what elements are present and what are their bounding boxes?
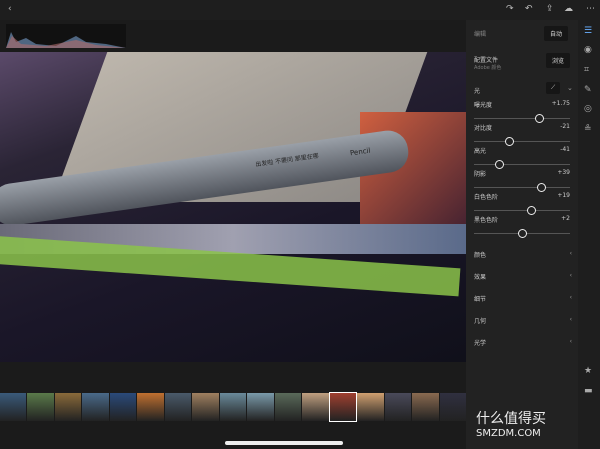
filmstrip-thumb[interactable] (439, 393, 466, 421)
home-indicator (225, 441, 343, 445)
slider-value: +2 (561, 215, 570, 222)
slider-label: 白色色阶 (474, 194, 499, 201)
section-3[interactable]: 几何 ‹ (474, 316, 572, 325)
undo-icon[interactable]: ↶ (525, 4, 533, 14)
slider-2[interactable]: 高光 -41 (474, 146, 570, 169)
slider-track[interactable] (474, 118, 570, 119)
histogram (6, 24, 126, 48)
auto-button[interactable]: 自动 (544, 26, 569, 41)
cloud-icon[interactable]: ☁ (564, 4, 573, 14)
section-0[interactable]: 颜色 ‹ (474, 250, 572, 259)
filmstrip-thumb[interactable] (357, 393, 384, 421)
tool-rail: ☰ ◉ ⌗ ✎ ◎ ≗ ★ ▬ (578, 20, 600, 449)
section-label: 细节 (474, 296, 487, 303)
chevron-left-icon: ‹ (569, 250, 572, 257)
watermark-cn: 什么值得买 (476, 411, 546, 427)
section-2[interactable]: 细节 ‹ (474, 294, 572, 303)
slider-value: +19 (557, 192, 570, 199)
versions-icon[interactable]: ≗ (584, 124, 592, 134)
filmstrip-thumb[interactable] (412, 393, 439, 421)
slider-value: +1.75 (551, 100, 570, 107)
slider-value: -21 (560, 123, 570, 130)
slider-label: 黑色色阶 (474, 217, 499, 224)
slider-value: +39 (557, 169, 570, 176)
adjust-icon[interactable]: ☰ (584, 26, 592, 36)
chevron-left-icon: ‹ (569, 272, 572, 279)
slider-label: 曝光度 (474, 102, 493, 109)
filmstrip-thumb[interactable] (0, 393, 27, 421)
slider-knob[interactable] (518, 229, 527, 238)
star-icon[interactable]: ★ (584, 366, 592, 376)
chevron-down-icon[interactable]: ⌄ (567, 84, 573, 92)
photo-canvas[interactable]: 出发啦 不要问 那里在哪 Pencil (0, 52, 466, 362)
section-label: 效果 (474, 274, 487, 281)
slider-track[interactable] (474, 187, 570, 188)
filmstrip-thumb[interactable] (27, 393, 54, 421)
slider-label: 阴影 (474, 171, 487, 178)
tone-curve-icon[interactable]: ⟋ (546, 82, 561, 94)
slider-knob[interactable] (494, 160, 504, 169)
filmstrip-thumb[interactable] (219, 393, 247, 421)
redo-icon[interactable]: ↷ (506, 4, 514, 14)
chevron-left-icon: ‹ (569, 316, 572, 323)
filmstrip-thumb[interactable] (274, 393, 302, 421)
filmstrip-thumb[interactable] (164, 393, 192, 421)
slider-track[interactable] (474, 141, 570, 142)
slider-label: 高光 (474, 148, 487, 155)
share-icon[interactable]: ⇪ (546, 4, 554, 14)
presets-icon[interactable]: ◉ (584, 45, 592, 55)
filmstrip-thumb[interactable] (247, 393, 274, 421)
comment-icon[interactable]: ▬ (584, 386, 593, 396)
slider-track[interactable] (474, 164, 570, 165)
filmstrip-thumb[interactable] (384, 393, 412, 421)
back-icon[interactable]: ‹ (8, 4, 12, 14)
slider-3[interactable]: 阴影 +39 (474, 169, 570, 192)
more-icon[interactable]: ⋯ (586, 4, 595, 14)
filmstrip-thumb[interactable] (137, 393, 164, 421)
filmstrip-thumb[interactable] (302, 393, 329, 421)
edit-panel: 编辑 自动 配置文件 Adobe 颜色 浏览 光 ⟋ ⌄ 曝光度 +1.75 对比度… (466, 20, 578, 449)
section-label: 光学 (474, 340, 487, 347)
slider-1[interactable]: 对比度 -21 (474, 123, 570, 146)
slider-knob[interactable] (535, 114, 545, 123)
filmstrip-thumb[interactable] (54, 393, 82, 421)
slider-label: 对比度 (474, 125, 493, 132)
section-1[interactable]: 效果 ‹ (474, 272, 572, 281)
filmstrip-thumb[interactable] (192, 393, 219, 421)
healing-icon[interactable]: ✎ (584, 85, 592, 95)
filmstrip[interactable] (0, 392, 466, 422)
chevron-left-icon: ‹ (569, 338, 572, 345)
slider-knob[interactable] (526, 206, 536, 215)
filmstrip-thumb[interactable] (82, 393, 109, 421)
chevron-left-icon: ‹ (569, 294, 572, 301)
slider-0[interactable]: 曝光度 +1.75 (474, 100, 570, 123)
crop-icon[interactable]: ⌗ (584, 65, 589, 75)
browse-button[interactable]: 浏览 (546, 53, 571, 68)
section-label: 颜色 (474, 252, 487, 259)
slider-4[interactable]: 白色色阶 +19 (474, 192, 570, 215)
slider-value: -41 (560, 146, 570, 153)
filmstrip-thumb[interactable] (328, 392, 358, 422)
slider-5[interactable]: 黑色色阶 +2 (474, 215, 570, 238)
watermark-en: SMZDM.COM (476, 428, 541, 439)
top-toolbar: ‹ ↷ ↶ ⇪ ☁ ⋯ (0, 0, 600, 20)
slider-knob[interactable] (537, 183, 547, 192)
slider-knob[interactable] (504, 137, 514, 146)
filmstrip-thumb[interactable] (109, 393, 137, 421)
selective-icon[interactable]: ◎ (584, 104, 592, 114)
slider-track[interactable] (474, 210, 570, 211)
section-4[interactable]: 光学 ‹ (474, 338, 572, 347)
watermark: 什么值得买 SMZDM.COM (476, 408, 546, 439)
section-label: 几何 (474, 318, 487, 325)
